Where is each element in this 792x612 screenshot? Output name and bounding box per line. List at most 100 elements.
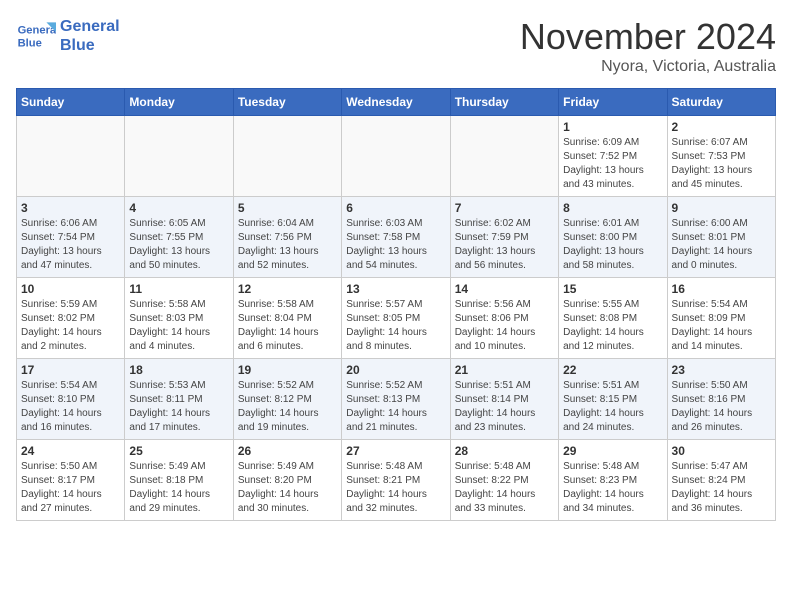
calendar-cell	[17, 116, 125, 197]
title-block: November 2024 Nyora, Victoria, Australia	[520, 16, 776, 76]
day-number: 21	[455, 363, 554, 377]
logo-line1: General	[60, 17, 120, 36]
day-info: Sunrise: 5:50 AM Sunset: 8:16 PM Dayligh…	[672, 379, 771, 435]
day-info: Sunrise: 5:47 AM Sunset: 8:24 PM Dayligh…	[672, 460, 771, 516]
day-info: Sunrise: 5:52 AM Sunset: 8:12 PM Dayligh…	[238, 379, 337, 435]
day-number: 1	[563, 120, 662, 134]
day-info: Sunrise: 5:48 AM Sunset: 8:23 PM Dayligh…	[563, 460, 662, 516]
logo: General Blue General Blue	[16, 16, 120, 56]
calendar-cell	[233, 116, 341, 197]
day-number: 20	[346, 363, 445, 377]
day-number: 23	[672, 363, 771, 377]
calendar-cell: 23 Sunrise: 5:50 AM Sunset: 8:16 PM Dayli…	[667, 359, 775, 440]
day-number: 25	[129, 444, 228, 458]
location: Nyora, Victoria, Australia	[520, 58, 776, 76]
day-info: Sunrise: 6:00 AM Sunset: 8:01 PM Dayligh…	[672, 217, 771, 273]
day-number: 28	[455, 444, 554, 458]
day-info: Sunrise: 5:51 AM Sunset: 8:14 PM Dayligh…	[455, 379, 554, 435]
calendar-cell: 20 Sunrise: 5:52 AM Sunset: 8:13 PM Dayli…	[342, 359, 450, 440]
calendar-cell	[342, 116, 450, 197]
day-info: Sunrise: 5:55 AM Sunset: 8:08 PM Dayligh…	[563, 298, 662, 354]
calendar-cell: 10 Sunrise: 5:59 AM Sunset: 8:02 PM Dayli…	[17, 278, 125, 359]
day-number: 14	[455, 282, 554, 296]
calendar-cell: 6 Sunrise: 6:03 AM Sunset: 7:58 PM Daylig…	[342, 197, 450, 278]
day-info: Sunrise: 5:54 AM Sunset: 8:09 PM Dayligh…	[672, 298, 771, 354]
calendar-cell: 25Sunrise: 5:49 AM Sunset: 8:18 PM Dayli…	[125, 440, 233, 521]
calendar-cell: 8Sunrise: 6:01 AM Sunset: 8:00 PM Daylig…	[559, 197, 667, 278]
day-number: 6	[346, 201, 445, 215]
weekday-sunday: Sunday	[17, 89, 125, 116]
weekday-monday: Monday	[125, 89, 233, 116]
day-number: 29	[563, 444, 662, 458]
calendar-cell: 3 Sunrise: 6:06 AM Sunset: 7:54 PM Daylig…	[17, 197, 125, 278]
calendar-cell: 22Sunrise: 5:51 AM Sunset: 8:15 PM Dayli…	[559, 359, 667, 440]
svg-text:Blue: Blue	[18, 37, 42, 49]
day-number: 15	[563, 282, 662, 296]
day-number: 26	[238, 444, 337, 458]
day-number: 4	[129, 201, 228, 215]
calendar-cell: 14 Sunrise: 5:56 AM Sunset: 8:06 PM Dayli…	[450, 278, 558, 359]
week-row-3: 17 Sunrise: 5:54 AM Sunset: 8:10 PM Dayli…	[17, 359, 776, 440]
calendar-cell: 9Sunrise: 6:00 AM Sunset: 8:01 PM Daylig…	[667, 197, 775, 278]
calendar-cell: 24 Sunrise: 5:50 AM Sunset: 8:17 PM Dayli…	[17, 440, 125, 521]
day-info: Sunrise: 6:03 AM Sunset: 7:58 PM Dayligh…	[346, 217, 445, 273]
calendar-cell: 26 Sunrise: 5:49 AM Sunset: 8:20 PM Dayli…	[233, 440, 341, 521]
day-info: Sunrise: 5:48 AM Sunset: 8:22 PM Dayligh…	[455, 460, 554, 516]
logo-icon: General Blue	[16, 16, 56, 56]
calendar-cell: 28 Sunrise: 5:48 AM Sunset: 8:22 PM Dayli…	[450, 440, 558, 521]
day-info: Sunrise: 5:57 AM Sunset: 8:05 PM Dayligh…	[346, 298, 445, 354]
day-info: Sunrise: 5:49 AM Sunset: 8:20 PM Dayligh…	[238, 460, 337, 516]
day-number: 27	[346, 444, 445, 458]
day-number: 12	[238, 282, 337, 296]
calendar-cell: 21 Sunrise: 5:51 AM Sunset: 8:14 PM Dayli…	[450, 359, 558, 440]
calendar-cell: 29 Sunrise: 5:48 AM Sunset: 8:23 PM Dayli…	[559, 440, 667, 521]
day-number: 3	[21, 201, 120, 215]
weekday-header-row: SundayMondayTuesdayWednesdayThursdayFrid…	[17, 89, 776, 116]
day-number: 18	[129, 363, 228, 377]
day-info: Sunrise: 6:05 AM Sunset: 7:55 PM Dayligh…	[129, 217, 228, 273]
day-number: 19	[238, 363, 337, 377]
day-number: 7	[455, 201, 554, 215]
calendar-cell: 13 Sunrise: 5:57 AM Sunset: 8:05 PM Dayli…	[342, 278, 450, 359]
day-info: Sunrise: 6:04 AM Sunset: 7:56 PM Dayligh…	[238, 217, 337, 273]
calendar-cell: 4 Sunrise: 6:05 AM Sunset: 7:55 PM Daylig…	[125, 197, 233, 278]
calendar-cell: 2Sunrise: 6:07 AM Sunset: 7:53 PM Daylig…	[667, 116, 775, 197]
calendar-cell: 1Sunrise: 6:09 AM Sunset: 7:52 PM Daylig…	[559, 116, 667, 197]
day-info: Sunrise: 5:56 AM Sunset: 8:06 PM Dayligh…	[455, 298, 554, 354]
day-info: Sunrise: 5:51 AM Sunset: 8:15 PM Dayligh…	[563, 379, 662, 435]
day-info: Sunrise: 5:54 AM Sunset: 8:10 PM Dayligh…	[21, 379, 120, 435]
logo-line2: Blue	[60, 36, 120, 55]
page-header: General Blue General Blue November 2024 …	[16, 16, 776, 76]
calendar-cell: 16Sunrise: 5:54 AM Sunset: 8:09 PM Dayli…	[667, 278, 775, 359]
week-row-2: 10 Sunrise: 5:59 AM Sunset: 8:02 PM Dayli…	[17, 278, 776, 359]
day-info: Sunrise: 6:06 AM Sunset: 7:54 PM Dayligh…	[21, 217, 120, 273]
calendar-cell: 5 Sunrise: 6:04 AM Sunset: 7:56 PM Daylig…	[233, 197, 341, 278]
day-info: Sunrise: 5:59 AM Sunset: 8:02 PM Dayligh…	[21, 298, 120, 354]
svg-text:General: General	[18, 25, 56, 37]
day-number: 24	[21, 444, 120, 458]
day-info: Sunrise: 5:50 AM Sunset: 8:17 PM Dayligh…	[21, 460, 120, 516]
day-number: 13	[346, 282, 445, 296]
day-info: Sunrise: 5:52 AM Sunset: 8:13 PM Dayligh…	[346, 379, 445, 435]
calendar: SundayMondayTuesdayWednesdayThursdayFrid…	[16, 88, 776, 521]
calendar-cell: 12 Sunrise: 5:58 AM Sunset: 8:04 PM Dayli…	[233, 278, 341, 359]
day-info: Sunrise: 5:58 AM Sunset: 8:04 PM Dayligh…	[238, 298, 337, 354]
calendar-cell: 19 Sunrise: 5:52 AM Sunset: 8:12 PM Dayli…	[233, 359, 341, 440]
day-info: Sunrise: 6:07 AM Sunset: 7:53 PM Dayligh…	[672, 136, 771, 192]
calendar-cell: 30 Sunrise: 5:47 AM Sunset: 8:24 PM Dayli…	[667, 440, 775, 521]
day-number: 11	[129, 282, 228, 296]
calendar-cell: 18Sunrise: 5:53 AM Sunset: 8:11 PM Dayli…	[125, 359, 233, 440]
day-number: 5	[238, 201, 337, 215]
calendar-cell: 27 Sunrise: 5:48 AM Sunset: 8:21 PM Dayli…	[342, 440, 450, 521]
day-number: 17	[21, 363, 120, 377]
calendar-cell	[125, 116, 233, 197]
week-row-1: 3 Sunrise: 6:06 AM Sunset: 7:54 PM Daylig…	[17, 197, 776, 278]
day-info: Sunrise: 6:02 AM Sunset: 7:59 PM Dayligh…	[455, 217, 554, 273]
weekday-friday: Friday	[559, 89, 667, 116]
calendar-cell: 17 Sunrise: 5:54 AM Sunset: 8:10 PM Dayli…	[17, 359, 125, 440]
calendar-cell: 15 Sunrise: 5:55 AM Sunset: 8:08 PM Dayli…	[559, 278, 667, 359]
weekday-wednesday: Wednesday	[342, 89, 450, 116]
day-number: 30	[672, 444, 771, 458]
day-info: Sunrise: 5:48 AM Sunset: 8:21 PM Dayligh…	[346, 460, 445, 516]
day-number: 10	[21, 282, 120, 296]
